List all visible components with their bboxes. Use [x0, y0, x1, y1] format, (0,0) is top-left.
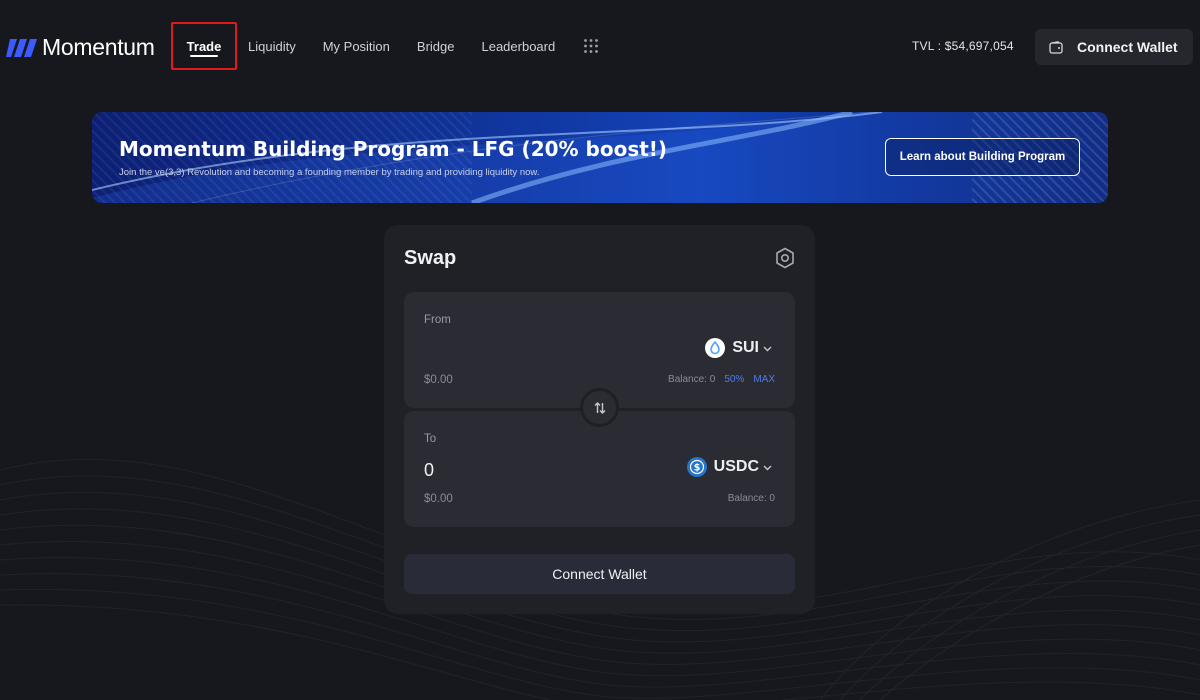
to-token-select[interactable]: $ USDC — [686, 457, 773, 477]
wallet-icon — [1049, 40, 1063, 54]
from-token-symbol: SUI — [732, 339, 759, 356]
nav-item-bridge[interactable]: Bridge — [417, 39, 455, 54]
connect-wallet-header-button[interactable]: Connect Wallet — [1035, 29, 1193, 65]
to-balance: Balance: 0 — [727, 493, 775, 504]
banner-title: Momentum Building Program - LFG (20% boo… — [119, 137, 668, 161]
from-balance-row: Balance: 0 50% MAX — [668, 374, 775, 385]
promo-banner: Momentum Building Program - LFG (20% boo… — [92, 112, 1108, 203]
to-panel: To $ USDC $0.00 Balance: 0 — [404, 411, 795, 527]
momentum-logo-icon — [6, 38, 37, 57]
connect-wallet-header-label: Connect Wallet — [1077, 39, 1178, 55]
brand-name: Momentum — [42, 34, 155, 60]
banner-subtitle: Join the ve(3,3) Revolution and becoming… — [119, 167, 540, 178]
active-tab-underline — [190, 55, 218, 57]
to-balance-row: Balance: 0 — [728, 493, 775, 504]
settings-hexagon-icon[interactable] — [775, 247, 795, 269]
chevron-down-icon — [763, 346, 772, 351]
usdc-coin-icon: $ — [686, 457, 707, 477]
nav-item-my-position[interactable]: My Position — [323, 39, 390, 54]
from-label: From — [424, 314, 451, 326]
sui-droplet-icon — [705, 338, 726, 358]
nav-item-liquidity[interactable]: Liquidity — [248, 39, 296, 54]
to-amount-input[interactable] — [424, 455, 624, 485]
learn-building-program-button[interactable]: Learn about Building Program — [885, 138, 1080, 176]
grid-dots-icon[interactable] — [583, 38, 599, 54]
to-label: To — [424, 433, 437, 445]
nav-item-trade-highlight[interactable]: Trade — [171, 22, 237, 70]
half-balance-button[interactable]: 50% — [724, 374, 744, 385]
from-token-select[interactable]: SUI — [705, 338, 773, 358]
switch-tokens-button[interactable] — [580, 388, 619, 427]
top-navigation-bar: Momentum Trade Liquidity My Position Bri… — [0, 0, 1200, 92]
to-usd-value: $0.00 — [424, 493, 453, 505]
chevron-down-icon — [763, 465, 772, 470]
nav-item-leaderboard[interactable]: Leaderboard — [481, 39, 555, 54]
nav-item-trade[interactable]: Trade — [187, 39, 222, 54]
main-nav: Liquidity My Position Bridge Leaderboard — [248, 22, 599, 70]
tvl-readout: TVL : $54,697,054 — [912, 39, 1014, 53]
from-balance: Balance: 0 — [668, 374, 716, 385]
swap-title: Swap — [404, 247, 457, 269]
from-amount-input[interactable] — [424, 336, 624, 366]
to-token-symbol: USDC — [713, 458, 759, 475]
brand-logo[interactable]: Momentum — [6, 34, 155, 61]
svg-text:$: $ — [693, 463, 700, 474]
connect-wallet-button[interactable]: Connect Wallet — [404, 554, 795, 594]
swap-arrows-icon — [594, 401, 605, 414]
max-balance-button[interactable]: MAX — [753, 374, 775, 385]
from-usd-value: $0.00 — [424, 374, 453, 386]
swap-card: Swap From SUI $0.00 Balance: 0 50% MAX T… — [384, 225, 815, 614]
